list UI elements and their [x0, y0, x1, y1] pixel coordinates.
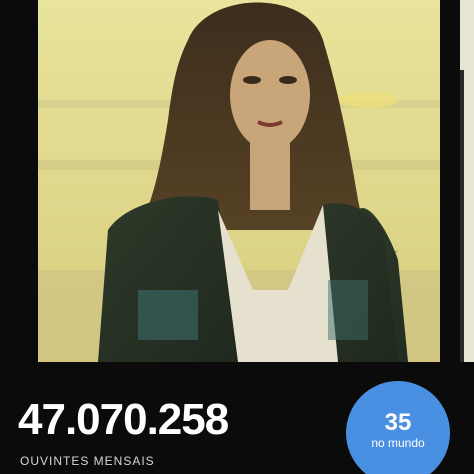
monthly-listeners-label: OUVINTES MENSAIS [20, 454, 155, 468]
world-rank-badge: 35 no mundo [346, 381, 450, 474]
adjacent-card-edge [460, 0, 474, 362]
world-rank-caption: no mundo [371, 436, 425, 450]
artist-photo-illustration [38, 0, 440, 362]
artist-stats-screen: 47.070.258 OUVINTES MENSAIS 35 no mundo [0, 0, 474, 474]
monthly-listeners-count: 47.070.258 [18, 395, 229, 444]
artist-photo [38, 0, 440, 362]
world-rank-number: 35 [384, 409, 412, 436]
